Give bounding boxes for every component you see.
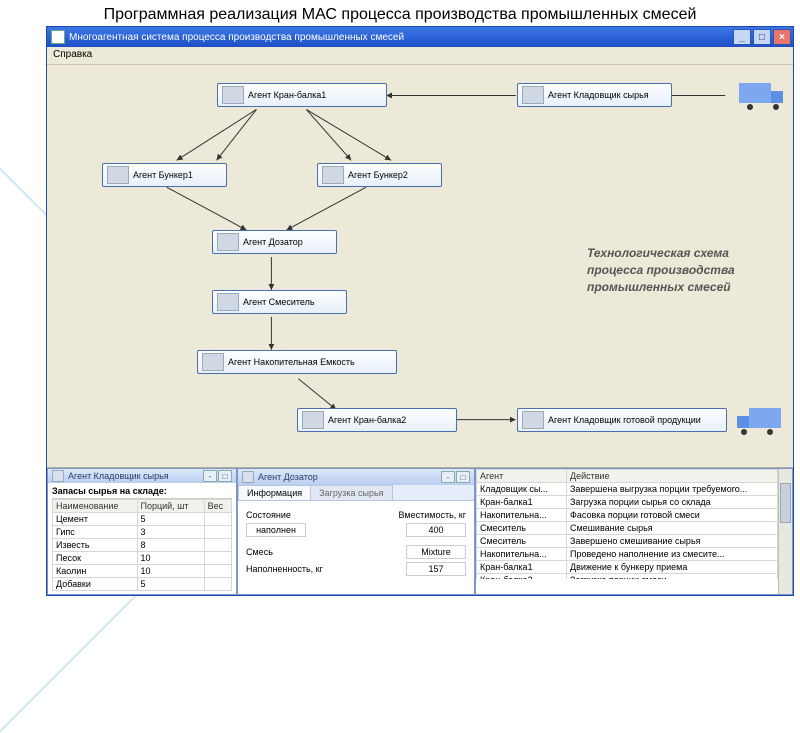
minimize-button[interactable]: _ [733,29,751,45]
log-table: Агент Действие Кладовщик сы...Завершена … [476,469,778,579]
table-row: Кладовщик сы...Завершена выгрузка порции… [477,483,778,496]
agent-label: Агент Бункер1 [133,170,193,180]
bunker-icon [322,166,344,184]
warehouse-icon [522,411,544,429]
doser-icon [217,233,239,251]
agent-label: Агент Накопительная Емкость [228,357,355,367]
table-row: Цемент5 [53,513,232,526]
agent-label: Агент Бункер2 [348,170,408,180]
tab-load[interactable]: Загрузка сырья [310,485,392,500]
maximize-button[interactable]: □ [753,29,771,45]
label-mix: Смесь [246,547,273,557]
log-scrollbar[interactable] [778,469,792,594]
table-row: Накопительна...Проведено наполнение из с… [477,548,778,561]
warehouse-icon [52,470,64,482]
diagram-canvas: Агент Кран-балка1 Агент Кладовщик сырья … [47,65,793,469]
panel-title: Агент Дозатор [258,472,318,482]
close-button[interactable]: × [773,29,791,45]
table-row: СмесительЗавершено смешивание сырья [477,535,778,548]
col-weight: Вес [204,500,231,513]
titlebar[interactable]: Многоагентная система процесса производс… [47,27,793,47]
label-fill: Наполненность, кг [246,564,323,574]
warehouse-icon [522,86,544,104]
bunker-icon [107,166,129,184]
panel-log: Агент Действие Кладовщик сы...Завершена … [475,468,793,595]
panel-max-button[interactable]: □ [456,471,470,483]
table-row: Гипс3 [53,526,232,539]
bottom-panels: Агент Кладовщик сырья -□ Запасы сырья на… [47,467,793,595]
app-icon [51,30,65,44]
page-title: Программная реализация МАС процесса прои… [0,0,800,26]
value-mix: Mixture [406,545,466,559]
agent-bunker2[interactable]: Агент Бункер2 [317,163,442,187]
main-window: Многоагентная система процесса производс… [46,26,794,596]
truck-icon [737,408,785,432]
col-qty: Порций, шт [137,500,204,513]
panel-title: Агент Кладовщик сырья [68,471,169,481]
agent-bunker1[interactable]: Агент Бункер1 [102,163,227,187]
panel-max-button[interactable]: □ [218,470,232,482]
agent-dozator[interactable]: Агент Дозатор [212,230,337,254]
agent-label: Агент Дозатор [243,237,303,247]
agent-label: Агент Кладовщик сырья [548,90,649,100]
agent-label: Агент Смеситель [243,297,315,307]
col-action: Действие [567,470,778,483]
truck-icon [735,83,783,107]
menubar: Справка [47,47,793,65]
table-row: СмесительСмешивание сырья [477,522,778,535]
table-row: Кран-балка2Загрузка порции смеси [477,574,778,580]
panel-dozator: Агент Дозатор -□ Информация Загрузка сыр… [237,468,475,595]
table-row: Накопительна...Фасовка порции готовой см… [477,509,778,522]
mixer-icon [217,293,239,311]
value-state: наполнен [246,523,306,537]
panel-min-button[interactable]: - [441,471,455,483]
doser-icon [242,471,254,483]
crane-icon [222,86,244,104]
agent-nakopitelnaya-emkost[interactable]: Агент Накопительная Емкость [197,350,397,374]
window-title: Многоагентная система процесса производс… [69,32,404,43]
col-name: Наименование [53,500,138,513]
value-fill: 157 [406,562,466,576]
agent-kladovshik-syrya[interactable]: Агент Кладовщик сырья [517,83,672,107]
schema-caption: Технологическая схема процесса производс… [587,245,777,295]
panel-stock: Агент Кладовщик сырья -□ Запасы сырья на… [47,468,237,595]
panel-dozator-titlebar[interactable]: Агент Дозатор -□ [238,469,474,485]
panel-stock-titlebar[interactable]: Агент Кладовщик сырья -□ [48,469,236,483]
crane-icon [302,411,324,429]
table-row: Каолин10 [53,565,232,578]
table-row: Кран-балка1Движение к бункеру приема [477,561,778,574]
col-agent: Агент [477,470,567,483]
agent-label: Агент Кран-балка1 [248,90,326,100]
tank-icon [202,353,224,371]
value-capacity: 400 [406,523,466,537]
table-row: Добавки5 [53,578,232,591]
agent-label: Агент Кладовщик готовой продукции [548,415,701,425]
table-row: Известь8 [53,539,232,552]
table-row: Кран-балка1Загрузка порции сырья со скла… [477,496,778,509]
tab-info[interactable]: Информация [238,485,311,500]
stock-table: Наименование Порций, шт Вес Цемент5 Гипс… [52,499,232,591]
panel-min-button[interactable]: - [203,470,217,482]
table-row: Песок10 [53,552,232,565]
label-capacity: Вместимость, кг [399,510,466,520]
stock-subtitle: Запасы сырья на складе: [52,486,232,499]
agent-kran-balka2[interactable]: Агент Кран-балка2 [297,408,457,432]
agent-smesitel[interactable]: Агент Смеситель [212,290,347,314]
agent-kran-balka1[interactable]: Агент Кран-балка1 [217,83,387,107]
menu-help[interactable]: Справка [53,49,92,60]
agent-label: Агент Кран-балка2 [328,415,406,425]
label-state: Состояние [246,510,291,520]
agent-kladovshik-gotovoy[interactable]: Агент Кладовщик готовой продукции [517,408,727,432]
